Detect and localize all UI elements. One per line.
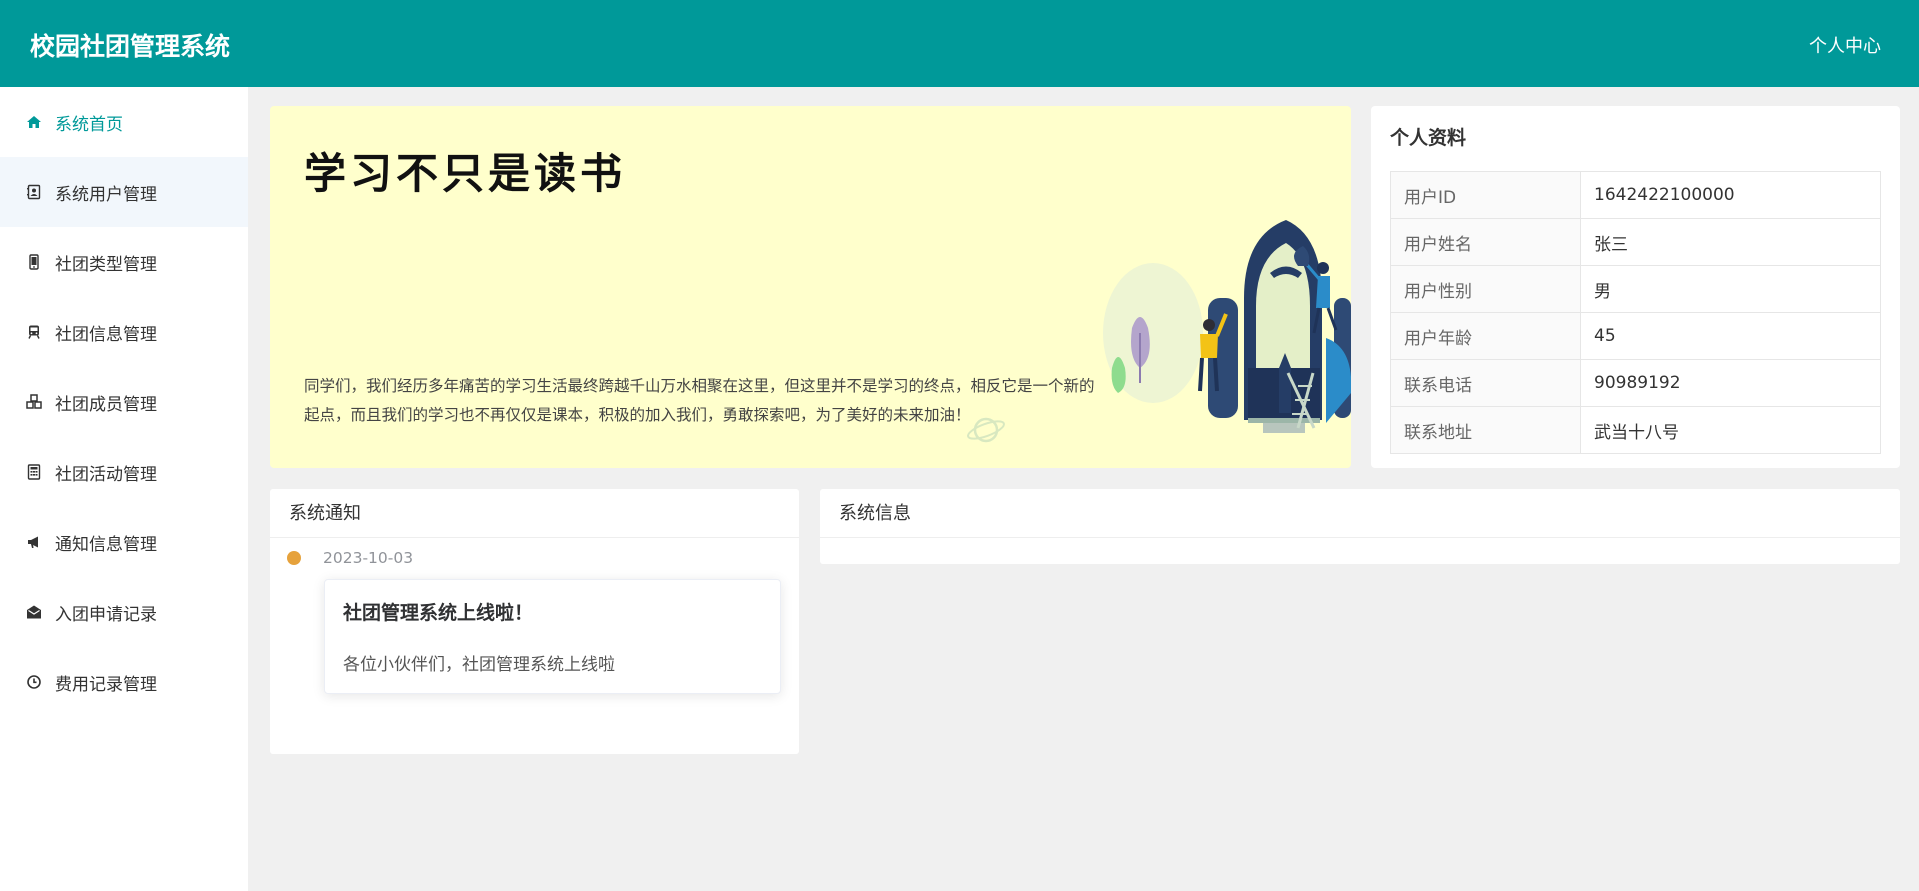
planet-icon [967, 417, 1005, 443]
notice-item-body: 各位小伙伴们，社团管理系统上线啦 [343, 655, 615, 675]
table-row: 用户年龄 45 [1390, 312, 1881, 360]
sidebar-item-club-members[interactable]: 社团成员管理 [0, 367, 248, 437]
sidebar-item-label: 社团活动管理 [55, 464, 157, 485]
sidebar-item-club-info[interactable]: 社团信息管理 [0, 297, 248, 367]
notice-card-title: 系统通知 [270, 489, 799, 538]
sidebar-item-label: 入团申请记录 [55, 604, 157, 625]
profile-key: 用户ID [1390, 171, 1581, 219]
sidebar-item-label: 通知信息管理 [55, 534, 157, 555]
profile-title: 个人资料 [1390, 127, 1467, 149]
sidebar-item-applications[interactable]: 入团申请记录 [0, 577, 248, 647]
train-icon [25, 323, 43, 341]
table-row: 用户ID 1642422100000 [1390, 171, 1881, 219]
calculator-icon [25, 463, 43, 481]
sidebar: 系统首页 系统用户管理 社团类型管理 社团信息管理 社团成员管理 社团活动管理 [0, 87, 248, 891]
envelope-open-icon [25, 603, 43, 621]
sidebar-item-label: 社团成员管理 [55, 394, 157, 415]
sidebar-item-label: 系统用户管理 [55, 184, 157, 205]
mobile-icon [25, 253, 43, 271]
sidebar-item-users[interactable]: 系统用户管理 [0, 157, 248, 227]
profile-key: 用户姓名 [1390, 218, 1581, 266]
rocket-illustration [1103, 220, 1351, 433]
banner-headline: 学习不只是读书 [304, 149, 627, 198]
timeline-dot [287, 551, 301, 565]
top-bar: 校园社团管理系统 个人中心 [0, 0, 1919, 87]
table-row: 联系电话 90989192 [1390, 359, 1881, 407]
profile-value: 张三 [1580, 218, 1881, 266]
notice-card: 系统通知 2023-10-03 社团管理系统上线啦！ 各位小伙伴们，社团管理系统… [270, 489, 799, 754]
profile-table: 用户ID 1642422100000 用户姓名 张三 用户性别 男 用户年龄 4… [1390, 171, 1881, 454]
address-book-icon [25, 183, 43, 201]
sidebar-item-label: 费用记录管理 [55, 674, 157, 695]
profile-key: 用户年龄 [1390, 312, 1581, 360]
profile-value: 45 [1580, 312, 1881, 360]
profile-value: 1642422100000 [1580, 171, 1881, 219]
sidebar-item-label: 系统首页 [55, 114, 123, 135]
profile-value: 男 [1580, 265, 1881, 313]
sidebar-item-notices[interactable]: 通知信息管理 [0, 507, 248, 577]
table-row: 用户性别 男 [1390, 265, 1881, 313]
profile-key: 用户性别 [1390, 265, 1581, 313]
profile-value: 90989192 [1580, 359, 1881, 407]
welcome-banner: 学习不只是读书 同学们，我们经历多年痛苦的学习生活最终跨越千山万水相聚在这里，但… [270, 106, 1351, 468]
table-row: 用户姓名 张三 [1390, 218, 1881, 266]
sysinfo-card: 系统信息 [820, 489, 1900, 564]
bullhorn-icon [25, 533, 43, 551]
table-row: 联系地址 武当十八号 [1390, 406, 1881, 454]
profile-card: 个人资料 用户ID 1642422100000 用户姓名 张三 用户性别 男 用… [1371, 106, 1900, 468]
cubes-icon [25, 393, 43, 411]
sidebar-item-club-types[interactable]: 社团类型管理 [0, 227, 248, 297]
sidebar-item-home[interactable]: 系统首页 [0, 87, 248, 157]
profile-key: 联系地址 [1390, 406, 1581, 454]
sidebar-item-label: 社团信息管理 [55, 324, 157, 345]
sidebar-item-fees[interactable]: 费用记录管理 [0, 647, 248, 717]
timeline-date: 2023-10-03 [323, 549, 414, 567]
clock-icon [25, 673, 43, 691]
sidebar-item-club-activities[interactable]: 社团活动管理 [0, 437, 248, 507]
home-icon [25, 113, 43, 131]
profile-key: 联系电话 [1390, 359, 1581, 407]
sidebar-item-label: 社团类型管理 [55, 254, 157, 275]
user-center-link[interactable]: 个人中心 [1809, 32, 1881, 58]
sysinfo-card-title: 系统信息 [820, 489, 1900, 538]
notice-item-title: 社团管理系统上线啦！ [343, 602, 534, 624]
notice-item[interactable]: 社团管理系统上线啦！ 各位小伙伴们，社团管理系统上线啦 [324, 579, 781, 694]
profile-value: 武当十八号 [1580, 406, 1881, 454]
app-title: 校园社团管理系统 [30, 32, 231, 61]
